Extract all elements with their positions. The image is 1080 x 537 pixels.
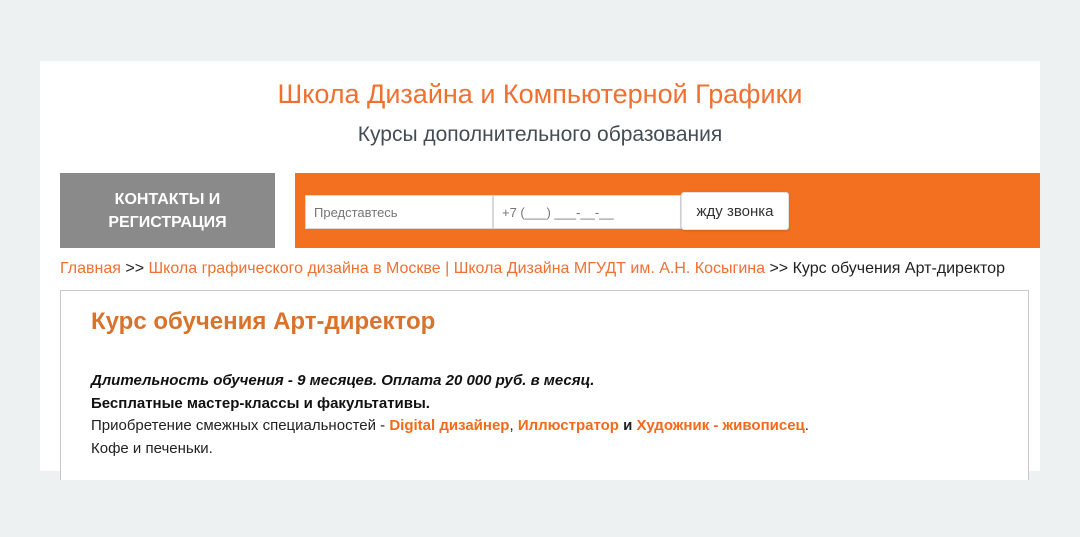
course-related-specialties: Приобретение смежных специальностей - Di… (91, 417, 809, 434)
course-content: Курс обучения Арт-директор Длительность … (60, 290, 1029, 480)
breadcrumb-section-link[interactable]: Школа графического дизайна в Москве | Шк… (149, 260, 766, 277)
breadcrumb-home-link[interactable]: Главная (60, 260, 121, 277)
page-container: Школа Дизайна и Компьютерной Графики Кур… (40, 61, 1040, 480)
site-title: Школа Дизайна и Компьютерной Графики (277, 79, 803, 109)
contacts-registration-button[interactable]: КОНТАКТЫ И РЕГИСТРАЦИЯ (60, 173, 275, 248)
digital-designer-link[interactable]: Digital дизайнер (389, 417, 509, 434)
painter-link[interactable]: Художник - живописец (637, 417, 805, 434)
site-subtitle: Курсы дополнительного образования (357, 123, 723, 146)
breadcrumb-separator: >> (769, 260, 789, 277)
phone-input[interactable] (493, 195, 681, 229)
request-call-button[interactable]: жду звонка (681, 192, 789, 230)
course-title: Курс обучения Арт-директор (91, 308, 436, 335)
name-input[interactable] (305, 195, 493, 229)
breadcrumb-current: Курс обучения Арт-директор (792, 260, 1005, 277)
breadcrumb: Главная >> Школа графического дизайна в … (60, 259, 1005, 279)
callback-form: жду звонка (295, 173, 1040, 248)
course-free-classes: Бесплатные мастер-классы и факультативы. (91, 394, 430, 412)
breadcrumb-separator: >> (125, 260, 145, 277)
course-description: Длительность обучения - 9 месяцев. Оплат… (91, 370, 809, 460)
course-duration: Длительность обучения - 9 месяцев. Оплат… (91, 372, 595, 389)
illustrator-link[interactable]: Иллюстратор (518, 417, 619, 434)
course-coffee-note: Кофе и печеньки. (91, 439, 213, 457)
contacts-label: КОНТАКТЫ И РЕГИСТРАЦИЯ (108, 190, 227, 231)
